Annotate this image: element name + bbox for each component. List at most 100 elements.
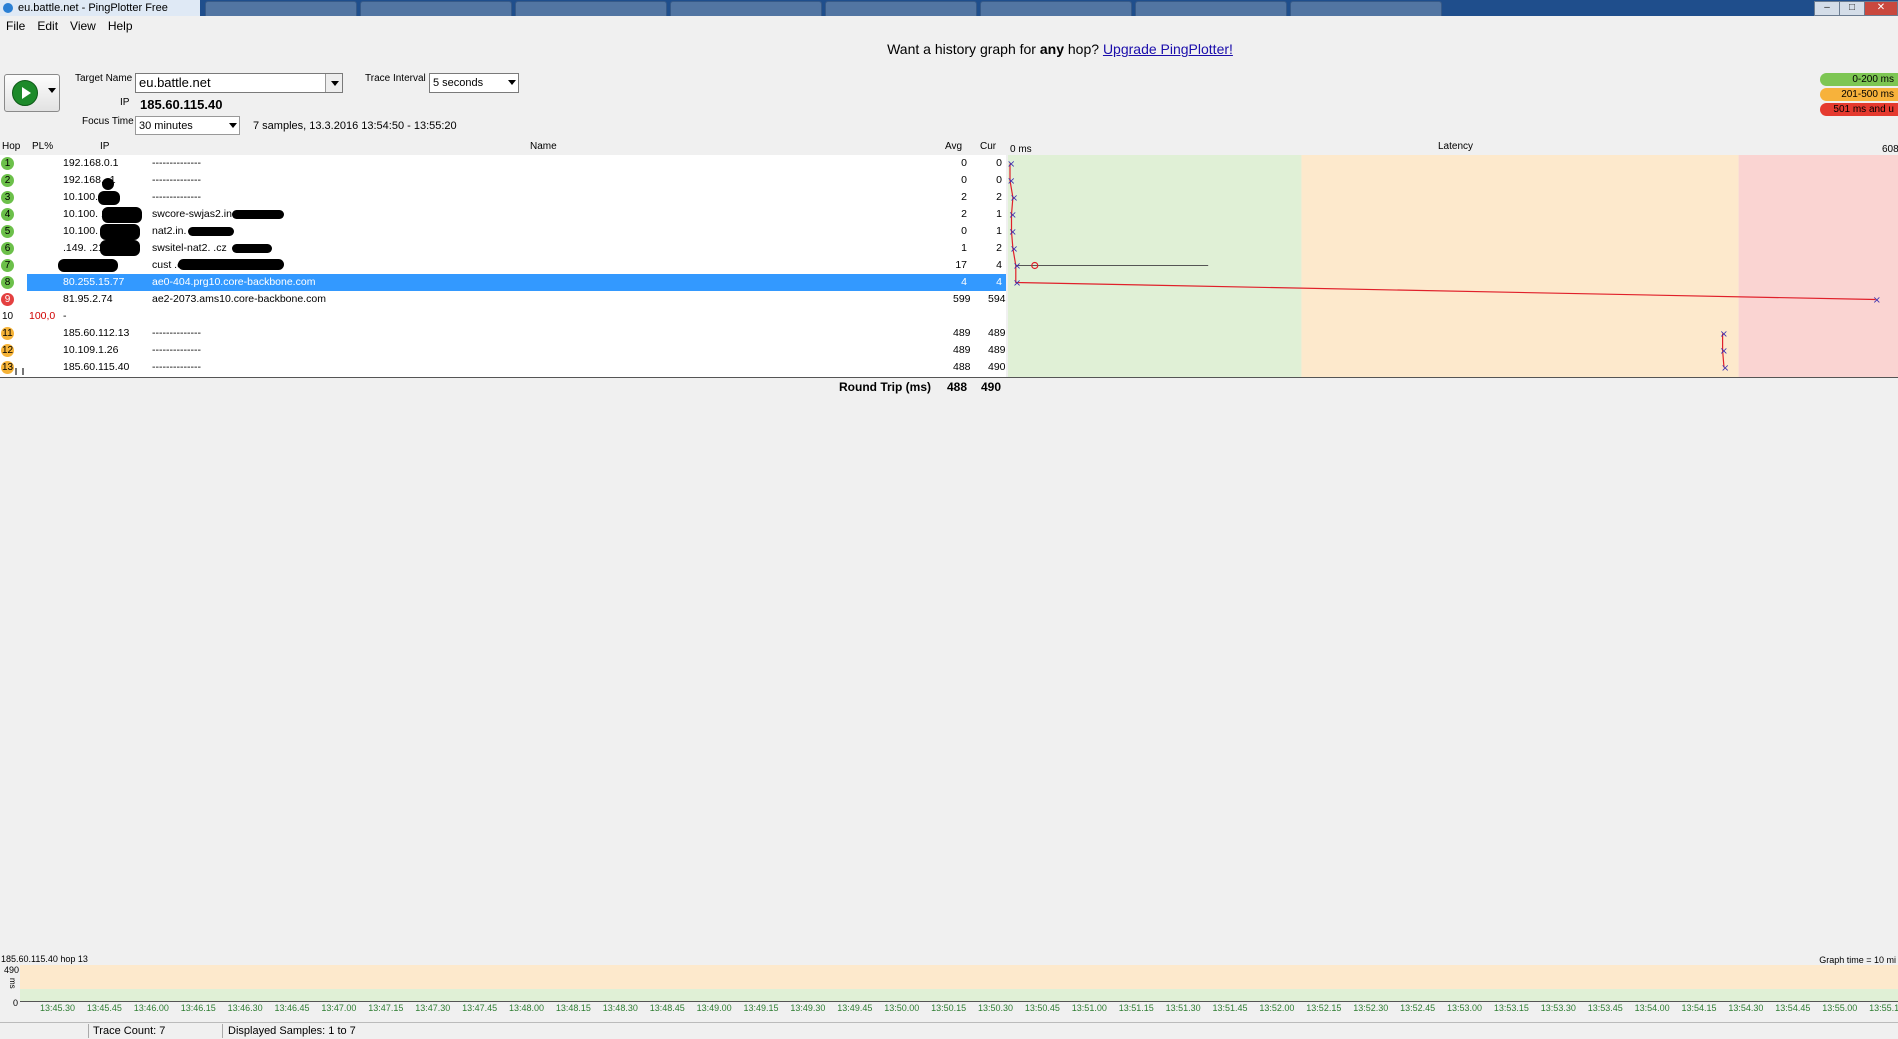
table-row[interactable]: 8 80.255.15.77 ae0-404.prg10.core-backbone… bbox=[1, 274, 1006, 291]
col-avg[interactable]: Avg bbox=[945, 141, 962, 152]
ip-cell: 192.168.0.1 bbox=[63, 157, 119, 169]
hostname-cell: -------------- bbox=[152, 327, 201, 339]
focus-time-select[interactable]: 30 minutes bbox=[135, 116, 240, 135]
background-tab[interactable] bbox=[980, 1, 1132, 16]
cur-cell: 0 bbox=[996, 157, 1002, 169]
divider bbox=[0, 377, 1898, 378]
history-time-tick: 13:50.15 bbox=[931, 1003, 967, 1013]
col-ip[interactable]: IP bbox=[100, 141, 109, 152]
hostname-cell: -------------- bbox=[152, 191, 201, 203]
legend-201-500: 201-500 ms bbox=[1820, 88, 1898, 101]
redaction-mark bbox=[58, 259, 118, 272]
col-name[interactable]: Name bbox=[530, 141, 557, 152]
hop-latency-marker: × bbox=[1013, 278, 1021, 289]
background-tab[interactable] bbox=[670, 1, 822, 16]
menu-edit[interactable]: Edit bbox=[31, 17, 64, 35]
col-pl[interactable]: PL% bbox=[32, 141, 53, 152]
background-tab[interactable] bbox=[1135, 1, 1287, 16]
table-row[interactable]: 10 100,0- bbox=[0, 308, 1006, 325]
table-row[interactable]: 6 .149. .21 swsitel-nat2. .cz 1 2 bbox=[0, 240, 1006, 257]
table-row[interactable]: 7 .9cust .cz174 bbox=[0, 257, 1006, 274]
signal-bars-icon bbox=[15, 368, 24, 375]
close-button[interactable]: ✕ bbox=[1864, 1, 1898, 16]
history-time-tick: 13:48.15 bbox=[555, 1003, 591, 1013]
hop-number-badge: 1 bbox=[1, 157, 14, 170]
table-row[interactable]: 13 185.60.115.40 -------------- 488 490 bbox=[0, 359, 1006, 376]
history-zone-orange bbox=[20, 965, 1898, 989]
redaction-mark bbox=[232, 244, 272, 253]
avg-cell: 0 bbox=[961, 157, 967, 169]
history-axis bbox=[20, 1001, 1898, 1002]
history-time-tick: 13:54.30 bbox=[1728, 1003, 1764, 1013]
history-title: 185.60.115.40 hop 13 bbox=[1, 954, 88, 964]
chevron-down-icon[interactable] bbox=[48, 88, 56, 93]
history-time-tick: 13:51.15 bbox=[1118, 1003, 1154, 1013]
table-row[interactable]: 3 10.100. 17 -------------- 2 2 bbox=[0, 189, 1006, 206]
avg-cell: 0 bbox=[961, 174, 967, 186]
upgrade-link[interactable]: Upgrade PingPlotter! bbox=[1103, 41, 1233, 57]
hostname-cell: -------------- bbox=[152, 344, 201, 356]
background-tab[interactable] bbox=[1290, 1, 1442, 16]
cur-cell: 2 bbox=[996, 191, 1002, 203]
zone-orange bbox=[1301, 155, 1739, 377]
history-time-tick: 13:50.30 bbox=[978, 1003, 1014, 1013]
hop-latency-marker: × bbox=[1008, 227, 1016, 238]
history-time-tick: 13:46.00 bbox=[133, 1003, 169, 1013]
background-tab[interactable] bbox=[825, 1, 977, 16]
cur-cell: 2 bbox=[996, 242, 1002, 254]
table-row[interactable]: 1 192.168.0.1 -------------- 0 0 bbox=[0, 155, 1006, 172]
trace-interval-select[interactable]: 5 seconds bbox=[429, 73, 519, 93]
background-tab[interactable] bbox=[205, 1, 357, 16]
history-time-tick: 13:48.00 bbox=[509, 1003, 545, 1013]
history-time-tick: 13:55.15 bbox=[1869, 1003, 1898, 1013]
table-row[interactable]: 4 10.100. 12 swcore-swjas2.in cz 2 1 bbox=[0, 206, 1006, 223]
background-tab[interactable] bbox=[515, 1, 667, 16]
target-name-label: Target Name bbox=[75, 73, 133, 84]
ip-cell: 81.95.2.74 bbox=[63, 293, 113, 305]
avg-cell: 0 bbox=[961, 225, 967, 237]
col-hop[interactable]: Hop bbox=[2, 141, 20, 152]
hostname-cell: -------------- bbox=[152, 361, 201, 373]
history-time-tick: 13:46.15 bbox=[180, 1003, 216, 1013]
roundtrip-cur: 490 bbox=[981, 380, 1002, 394]
graph-time-label: Graph time = 10 mi bbox=[1819, 955, 1896, 965]
hop-number-badge: 7 bbox=[1, 259, 14, 272]
target-name-input[interactable]: eu.battle.net bbox=[135, 73, 343, 93]
maximize-button[interactable]: □ bbox=[1839, 1, 1865, 16]
start-trace-button[interactable] bbox=[4, 74, 60, 112]
displayed-samples: Displayed Samples: 1 to 7 bbox=[228, 1025, 356, 1037]
target-dropdown[interactable] bbox=[325, 74, 342, 92]
redaction-mark bbox=[100, 224, 140, 240]
hop-number-badge: 3 bbox=[1, 191, 14, 204]
menu-view[interactable]: View bbox=[64, 17, 102, 35]
table-row[interactable]: 12 10.109.1.26 -------------- 489 489 bbox=[0, 342, 1006, 359]
menu-file[interactable]: File bbox=[0, 17, 31, 35]
history-time-tick: 13:53.30 bbox=[1540, 1003, 1576, 1013]
redaction-mark bbox=[102, 207, 142, 223]
hostname-cell: -------------- bbox=[152, 174, 201, 186]
ip-label: IP bbox=[120, 97, 130, 108]
table-row[interactable]: 9 81.95.2.74 ae2-2073.ams10.core-backbone.… bbox=[0, 291, 1006, 308]
trace-interval-value: 5 seconds bbox=[433, 77, 484, 89]
col-cur[interactable]: Cur bbox=[980, 141, 996, 152]
avg-cell: 17 bbox=[955, 259, 967, 271]
latency-max-label: 608 bbox=[1882, 144, 1898, 155]
hop-number-badge: 13 bbox=[1, 361, 14, 374]
legend-501-up: 501 ms and u bbox=[1820, 103, 1898, 116]
avg-cell: 488 bbox=[953, 361, 971, 373]
menu-help[interactable]: Help bbox=[102, 17, 139, 35]
table-row[interactable]: 5 10.100. 20 nat2.in. .cz 0 1 bbox=[0, 223, 1006, 240]
history-time-tick: 13:53.00 bbox=[1447, 1003, 1483, 1013]
history-time-tick: 13:47.30 bbox=[415, 1003, 451, 1013]
history-time-tick: 13:53.45 bbox=[1587, 1003, 1623, 1013]
background-tab[interactable] bbox=[360, 1, 512, 16]
history-time-tick: 13:47.45 bbox=[462, 1003, 498, 1013]
history-time-tick: 13:45.45 bbox=[86, 1003, 122, 1013]
history-time-tick: 13:51.00 bbox=[1071, 1003, 1107, 1013]
minimize-button[interactable]: – bbox=[1814, 1, 1840, 16]
window-title-tab[interactable]: eu.battle.net - PingPlotter Free bbox=[0, 0, 200, 16]
table-row[interactable]: 2 192.168. .1 -------------- 0 0 bbox=[0, 172, 1006, 190]
table-row[interactable]: 11 185.60.112.13 -------------- 489 489 bbox=[0, 325, 1006, 342]
redaction-mark bbox=[232, 210, 284, 219]
history-time-tick: 13:52.30 bbox=[1353, 1003, 1389, 1013]
